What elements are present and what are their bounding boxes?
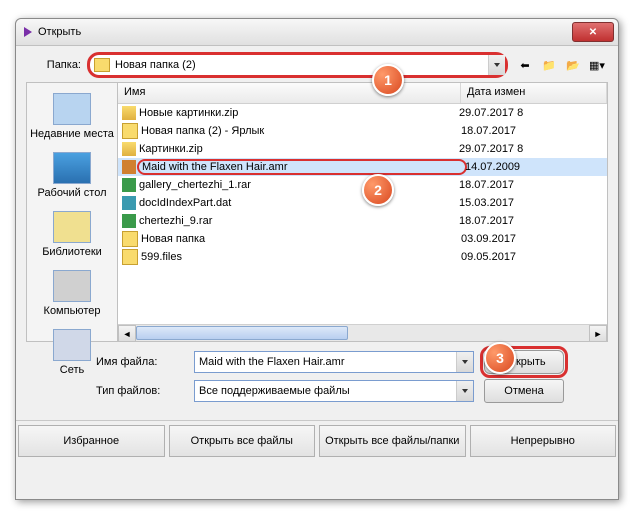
- filename-label: Имя файла:: [96, 356, 186, 368]
- file-date: 18.07.2017: [459, 179, 603, 191]
- file-list-body[interactable]: Новые картинки.zip29.07.2017 8Новая папк…: [118, 104, 607, 324]
- file-date: 29.07.2017 8: [459, 143, 603, 155]
- file-name: Maid with the Flaxen Hair.amr: [139, 161, 465, 173]
- chevron-down-icon[interactable]: [488, 55, 505, 75]
- filetype-combo[interactable]: Все поддерживаемые файлы: [194, 380, 474, 402]
- place-desktop[interactable]: Рабочий стол: [27, 146, 117, 205]
- folder-label: Папка:: [26, 59, 81, 71]
- file-date: 03.09.2017: [461, 233, 603, 245]
- new-folder-icon: 📂: [566, 59, 580, 72]
- new-folder-button[interactable]: 📂: [562, 54, 584, 76]
- folder-icon: [94, 58, 110, 72]
- app-icon: [24, 27, 32, 37]
- file-name: Новая папка: [141, 233, 461, 245]
- file-name: 599.files: [141, 251, 461, 263]
- file-icon: [122, 123, 138, 139]
- view-menu-button[interactable]: ▦▾: [586, 54, 608, 76]
- place-network[interactable]: Сеть: [27, 323, 117, 382]
- column-date[interactable]: Дата измен: [461, 83, 607, 103]
- close-button[interactable]: ✕: [572, 22, 614, 42]
- folder-value: Новая папка (2): [115, 59, 196, 71]
- back-icon: ⬅: [520, 59, 529, 72]
- file-row[interactable]: Новые картинки.zip29.07.2017 8: [118, 104, 607, 122]
- filetype-label: Тип файлов:: [96, 385, 186, 397]
- file-row[interactable]: Новая папка03.09.2017: [118, 230, 607, 248]
- view-icon: ▦▾: [589, 59, 605, 72]
- file-row[interactable]: chertezhi_9.rar18.07.2017: [118, 212, 607, 230]
- file-date: 14.07.2009: [465, 161, 603, 173]
- chevron-down-icon[interactable]: [456, 352, 473, 372]
- chevron-down-icon[interactable]: [456, 381, 473, 401]
- scroll-thumb[interactable]: [136, 326, 348, 340]
- scroll-left-icon[interactable]: ◄: [118, 325, 136, 342]
- file-date: 18.07.2017: [461, 125, 603, 137]
- up-folder-icon: 📁: [542, 59, 556, 72]
- file-row[interactable]: Новая папка (2) - Ярлык18.07.2017: [118, 122, 607, 140]
- file-icon: [122, 106, 136, 120]
- folder-combo[interactable]: Новая папка (2): [89, 54, 506, 76]
- file-row[interactable]: Картинки.zip29.07.2017 8: [118, 140, 607, 158]
- horizontal-scrollbar[interactable]: ◄ ►: [118, 324, 607, 341]
- file-name: Новая папка (2) - Ярлык: [141, 125, 461, 137]
- favorites-button[interactable]: Избранное: [18, 425, 165, 457]
- file-icon: [122, 214, 136, 228]
- desktop-icon: [53, 152, 91, 184]
- file-list-header: Имя Дата измен: [118, 83, 607, 104]
- file-name: gallery_chertezhi_1.rar: [139, 179, 459, 191]
- file-name: chertezhi_9.rar: [139, 215, 459, 227]
- step-badge-3: 3: [484, 342, 516, 374]
- continuous-button[interactable]: Непрерывно: [470, 425, 617, 457]
- scroll-right-icon[interactable]: ►: [589, 325, 607, 342]
- file-name: Картинки.zip: [139, 143, 459, 155]
- file-icon: [122, 160, 136, 174]
- up-button[interactable]: 📁: [538, 54, 560, 76]
- file-name: docIdIndexPart.dat: [139, 197, 459, 209]
- place-recent[interactable]: Недавние места: [27, 87, 117, 146]
- open-file-dialog: Открыть ✕ Папка: Новая папка (2) ⬅ 📁 📂 ▦…: [15, 18, 619, 500]
- open-all-files-folders-button[interactable]: Открыть все файлы/папки: [319, 425, 466, 457]
- file-icon: [122, 178, 136, 192]
- file-row[interactable]: 599.files09.05.2017: [118, 248, 607, 266]
- window-title: Открыть: [38, 26, 572, 38]
- cancel-button[interactable]: Отмена: [484, 379, 564, 403]
- recent-icon: [53, 93, 91, 125]
- file-date: 15.03.2017: [459, 197, 603, 209]
- file-row[interactable]: Maid with the Flaxen Hair.amr14.07.2009: [118, 158, 607, 176]
- step-badge-2: 2: [362, 174, 394, 206]
- scroll-track[interactable]: [136, 325, 589, 341]
- filename-input[interactable]: Maid with the Flaxen Hair.amr: [194, 351, 474, 373]
- computer-icon: [53, 270, 91, 302]
- network-icon: [53, 329, 91, 361]
- open-all-files-button[interactable]: Открыть все файлы: [169, 425, 316, 457]
- back-button[interactable]: ⬅: [514, 54, 536, 76]
- titlebar[interactable]: Открыть ✕: [16, 19, 618, 46]
- file-date: 09.05.2017: [461, 251, 603, 263]
- bottom-button-bar: Избранное Открыть все файлы Открыть все …: [16, 420, 618, 461]
- file-icon: [122, 249, 138, 265]
- file-date: 29.07.2017 8: [459, 107, 603, 119]
- column-name[interactable]: Имя: [118, 83, 461, 103]
- places-bar: Недавние места Рабочий стол Библиотеки К…: [26, 82, 118, 342]
- file-icon: [122, 196, 136, 210]
- file-date: 18.07.2017: [459, 215, 603, 227]
- file-list: Имя Дата измен Новые картинки.zip29.07.2…: [118, 82, 608, 342]
- file-icon: [122, 231, 138, 247]
- step-badge-1: 1: [372, 64, 404, 96]
- libraries-icon: [53, 211, 91, 243]
- place-libraries[interactable]: Библиотеки: [27, 205, 117, 264]
- place-computer[interactable]: Компьютер: [27, 264, 117, 323]
- file-name: Новые картинки.zip: [139, 107, 459, 119]
- file-icon: [122, 142, 136, 156]
